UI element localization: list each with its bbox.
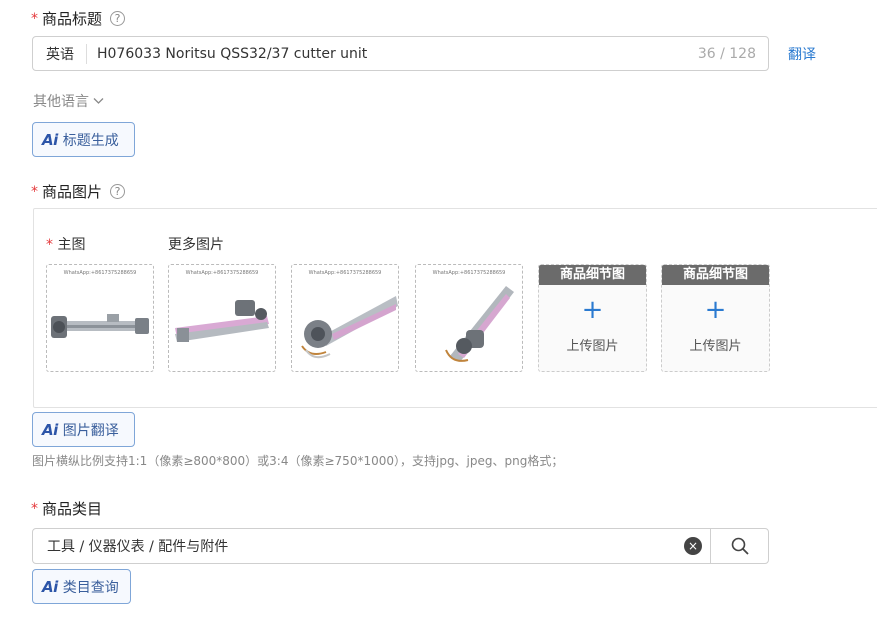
image-section-label: * 商品图片 ?	[31, 181, 126, 202]
ai-icon: Ai	[42, 577, 58, 596]
upload-slot-header: 商品细节图	[539, 265, 646, 285]
cutter-unit-image	[51, 314, 149, 338]
title-value[interactable]: H076033 Noritsu QSS32/37 cutter unit	[87, 46, 698, 62]
title-label: 商品标题	[42, 10, 103, 28]
plus-icon: +	[581, 295, 604, 325]
main-image-text: 主图	[57, 237, 86, 253]
image-label: 商品图片	[42, 183, 103, 201]
product-image-thumbnail[interactable]: WhatsApp:+8617375288659	[415, 264, 523, 372]
category-value[interactable]: 工具 / 仪器仪表 / 配件与附件	[33, 536, 684, 556]
other-languages-toggle[interactable]: 其他语言	[33, 91, 104, 111]
upload-detail-image-slot[interactable]: 商品细节图 + 上传图片	[661, 264, 770, 372]
ai-image-translate-button[interactable]: Ai 图片翻译	[32, 412, 135, 447]
ai-category-query-button[interactable]: Ai 类目查询	[32, 569, 131, 604]
ai-title-generate-button[interactable]: Ai 标题生成	[32, 122, 135, 157]
cutter-unit-image	[445, 286, 514, 362]
ai-title-generate-label: 标题生成	[62, 132, 119, 149]
upload-detail-image-slot[interactable]: 商品细节图 + 上传图片	[538, 264, 647, 372]
cutter-unit-image	[175, 300, 269, 342]
category-input[interactable]: 工具 / 仪器仪表 / 配件与附件 ×	[32, 528, 769, 564]
title-section-label: * 商品标题 ?	[31, 8, 126, 29]
language-tag: 英语	[33, 43, 87, 64]
image-format-hint: 图片横纵比例支持1:1（像素≥800*800）或3:4（像素≥750*1000）…	[32, 454, 564, 468]
search-icon	[731, 537, 749, 555]
help-icon[interactable]: ?	[110, 184, 126, 199]
title-input[interactable]: 英语 H076033 Noritsu QSS32/37 cutter unit …	[32, 36, 769, 71]
category-section-label: * 商品类目	[31, 498, 102, 519]
ai-category-query-label: 类目查询	[62, 579, 119, 596]
other-languages-label: 其他语言	[33, 94, 89, 110]
category-search-button[interactable]	[710, 529, 768, 563]
ai-icon: Ai	[42, 130, 58, 149]
required-mark: *	[31, 10, 38, 27]
clear-icon[interactable]: ×	[684, 537, 702, 555]
upload-slot-header: 商品细节图	[662, 265, 769, 285]
upload-slot-text: 上传图片	[689, 339, 742, 354]
product-image-thumbnail[interactable]: WhatsApp:+8617375288659	[168, 264, 276, 372]
plus-icon: +	[704, 295, 727, 325]
ai-image-translate-label: 图片翻译	[62, 422, 119, 439]
product-image-thumbnail[interactable]: WhatsApp:+8617375288659	[291, 264, 399, 372]
product-image-thumbnail[interactable]: WhatsApp:+8617375288659	[46, 264, 154, 372]
main-image-label: * 主图	[46, 234, 85, 254]
cutter-unit-image	[301, 296, 398, 359]
category-label: 商品类目	[42, 500, 103, 518]
character-count: 36 / 128	[697, 45, 756, 62]
help-icon[interactable]: ?	[110, 11, 126, 26]
required-mark: *	[31, 500, 38, 517]
translate-link[interactable]: 翻译	[788, 44, 816, 64]
required-mark: *	[46, 237, 53, 253]
required-mark: *	[31, 183, 38, 200]
upload-slot-text: 上传图片	[566, 339, 619, 354]
chevron-down-icon	[93, 98, 104, 104]
more-images-label: 更多图片	[168, 237, 224, 253]
ai-icon: Ai	[42, 420, 58, 439]
